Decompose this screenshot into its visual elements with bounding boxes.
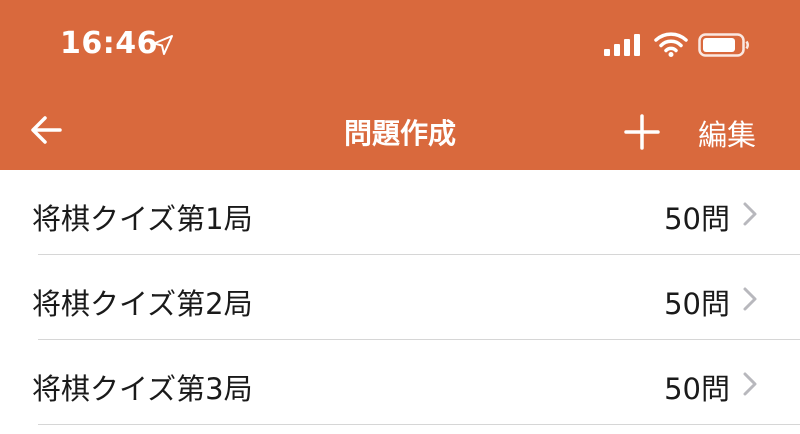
list-item-label: 将棋クイズ第1局: [32, 202, 253, 236]
wifi-icon: [654, 32, 688, 57]
back-arrow-icon: [31, 116, 62, 144]
quiz-list: 将棋クイズ第1局 50問 将棋クイズ第2局 50問 将棋クイズ第3局 50問: [0, 170, 800, 425]
header: 16:46 問題作成 編集: [0, 0, 800, 170]
nav-bar: 問題作成 編集: [0, 90, 800, 170]
chevron-right-icon: [743, 372, 757, 396]
list-item-label: 将棋クイズ第3局: [32, 372, 253, 406]
edit-button[interactable]: 編集: [698, 112, 756, 154]
location-arrow-icon: [153, 35, 173, 55]
status-time: 16:46: [60, 26, 158, 61]
divider: [38, 424, 800, 425]
chevron-right-icon: [743, 287, 757, 311]
list-item-count: 50問: [664, 287, 730, 321]
add-button[interactable]: [620, 110, 664, 154]
list-item-label: 将棋クイズ第2局: [32, 287, 253, 321]
status-bar: 16:46: [0, 0, 800, 90]
list-item[interactable]: 将棋クイズ第1局 50問: [0, 170, 800, 255]
list-item-count: 50問: [664, 202, 730, 236]
chevron-right-icon: [743, 202, 757, 226]
battery-icon: [698, 33, 749, 57]
list-item-count: 50問: [664, 372, 730, 406]
plus-icon: [624, 114, 660, 150]
back-button[interactable]: [24, 110, 68, 150]
list-item[interactable]: 将棋クイズ第2局 50問: [0, 255, 800, 340]
list-item[interactable]: 将棋クイズ第3局 50問: [0, 340, 800, 425]
signal-icon: [604, 34, 640, 56]
page-title: 問題作成: [343, 117, 456, 150]
